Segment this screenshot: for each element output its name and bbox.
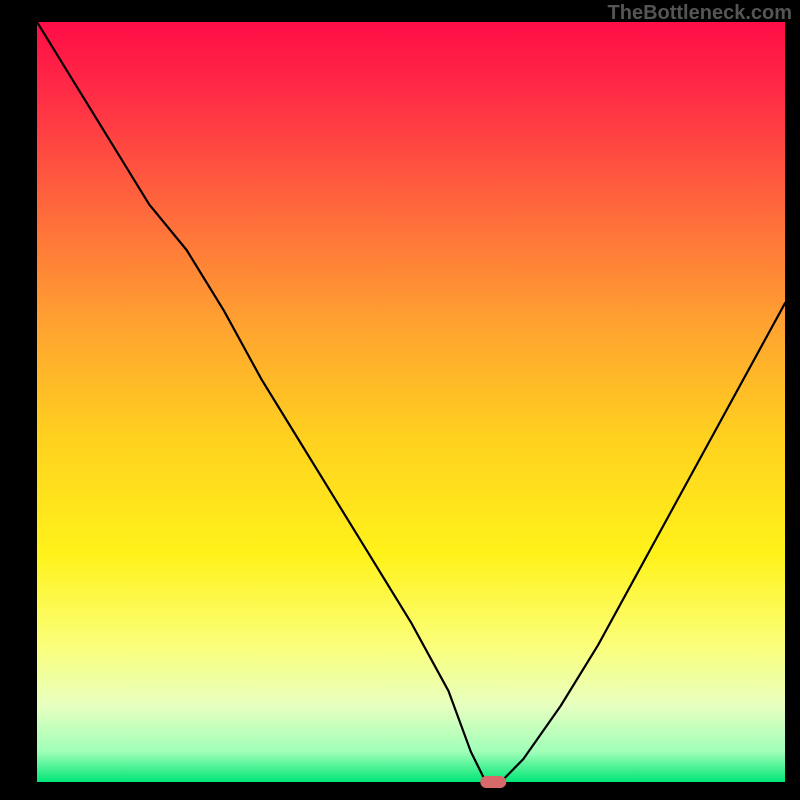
chart-background xyxy=(37,22,785,782)
watermark-text: TheBottleneck.com xyxy=(608,2,792,25)
optimal-point-marker xyxy=(480,776,506,788)
chart-frame: TheBottleneck.com xyxy=(0,0,800,800)
bottleneck-chart xyxy=(0,0,800,800)
